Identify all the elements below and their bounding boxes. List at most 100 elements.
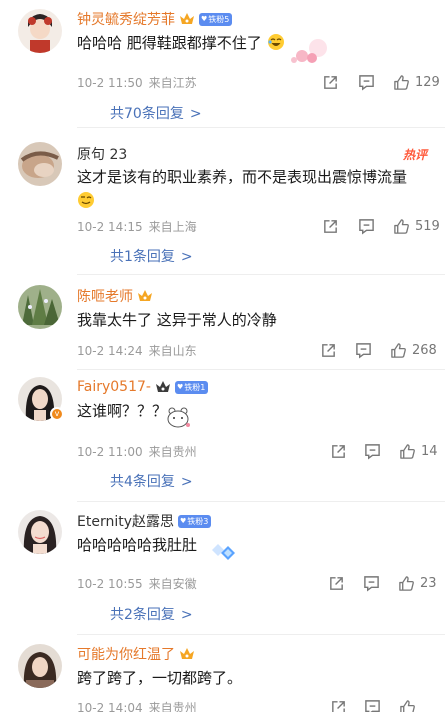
avatar[interactable] bbox=[18, 510, 62, 554]
comment-text: 我靠太牛了 这异于常人的冷静 bbox=[77, 311, 277, 329]
comment-item: 可能为你红温了 跨了跨了，一切都跨了。 10-2 14:04 来自贵州 bbox=[0, 635, 445, 712]
decorative-bubbles bbox=[291, 39, 327, 63]
share-button[interactable] bbox=[322, 73, 339, 91]
username[interactable]: 陈咂老师 bbox=[77, 286, 133, 306]
comment-text: 跨了跨了，一切都跨了。 bbox=[77, 669, 243, 687]
comment-icon bbox=[365, 443, 380, 460]
name-row: Fairy0517- ♥ 铁粉1 bbox=[77, 377, 209, 397]
comment-date: 10-2 10:55 bbox=[77, 577, 143, 591]
comment-icon bbox=[359, 74, 374, 91]
like-count: 14 bbox=[421, 443, 438, 459]
comment-button[interactable] bbox=[364, 698, 381, 712]
avatar[interactable] bbox=[18, 9, 62, 53]
comment-location: 来自贵州 bbox=[148, 445, 197, 459]
share-button[interactable] bbox=[330, 442, 347, 460]
view-replies-link[interactable]: 共2条回复 > bbox=[110, 604, 193, 624]
fan-badge: ♥ 铁粉1 bbox=[174, 380, 209, 394]
comment-button[interactable] bbox=[358, 73, 375, 91]
name-row: 原句 23 bbox=[77, 144, 127, 164]
comment-location: 来自贵州 bbox=[148, 701, 197, 712]
name-row: 可能为你红温了 bbox=[77, 644, 195, 664]
view-replies-link[interactable]: 共70条回复 > bbox=[110, 103, 202, 123]
share-icon bbox=[324, 219, 337, 233]
verified-badge: v bbox=[50, 407, 64, 421]
comment-text: 这才是该有的职业素养，而不是表现出震惊博流量 bbox=[77, 165, 422, 213]
like-icon bbox=[394, 218, 409, 234]
like-button[interactable]: 129 bbox=[393, 73, 440, 91]
comment-meta: 10-2 14:15 来自上海 bbox=[77, 218, 203, 235]
share-button[interactable] bbox=[322, 217, 339, 235]
comment-button[interactable] bbox=[355, 341, 372, 359]
avatar[interactable] bbox=[18, 142, 62, 186]
comment-button[interactable] bbox=[358, 217, 375, 235]
comment-text: 这谁啊？？？ bbox=[77, 402, 168, 420]
like-button[interactable]: 23 bbox=[398, 574, 437, 592]
comment-date: 10-2 11:00 bbox=[77, 445, 143, 459]
comment-meta: 10-2 14:04 来自贵州 bbox=[77, 699, 203, 712]
crown-icon bbox=[179, 647, 195, 661]
like-icon bbox=[400, 699, 415, 712]
share-button[interactable] bbox=[320, 341, 337, 359]
comment-icon bbox=[364, 575, 379, 592]
share-icon bbox=[330, 576, 343, 590]
comment-meta: 10-2 11:00 来自贵州 bbox=[77, 443, 203, 460]
comment-icon bbox=[359, 218, 374, 235]
comment-item: 陈咂老师 我靠太牛了 这异于常人的冷静 10-2 14:24 来自山东 268 bbox=[0, 275, 445, 370]
comment-meta: 10-2 10:55 来自安徽 bbox=[77, 575, 203, 592]
comment-item: v Fairy0517- ♥ 铁粉1 这谁啊？？？ 10-2 11:00 来自贵州 … bbox=[0, 370, 445, 502]
share-icon bbox=[322, 343, 335, 357]
view-replies-link[interactable]: 共4条回复 > bbox=[110, 471, 193, 491]
comment-item: 钟灵毓秀绽芳菲 ♥ 铁粉5 哈哈哈 肥得鞋跟都撑不住了 10-2 11:50 来自江… bbox=[0, 0, 445, 128]
comment-location: 来自江苏 bbox=[148, 76, 197, 90]
like-icon bbox=[400, 443, 415, 459]
comment-date: 10-2 14:15 bbox=[77, 220, 143, 234]
avatar[interactable] bbox=[18, 644, 62, 688]
comment-meta: 10-2 11:50 来自江苏 bbox=[77, 74, 203, 91]
username[interactable]: 可能为你红温了 bbox=[77, 644, 175, 664]
name-row: Eternity赵露思 ♥ 铁粉3 bbox=[77, 511, 212, 531]
view-replies-link[interactable]: 共1条回复 > bbox=[110, 246, 193, 266]
share-button[interactable] bbox=[328, 574, 345, 592]
wink-emoji-icon bbox=[77, 191, 95, 209]
avatar[interactable] bbox=[18, 285, 62, 329]
crown-icon bbox=[179, 12, 195, 26]
hot-comment-badge: 热评 bbox=[402, 148, 427, 162]
username[interactable]: 原句 23 bbox=[77, 144, 127, 164]
share-icon bbox=[332, 444, 345, 458]
like-count: 268 bbox=[412, 342, 437, 358]
comment-icon bbox=[365, 699, 380, 712]
like-button[interactable]: 519 bbox=[393, 217, 440, 235]
bear-sticker bbox=[167, 407, 190, 428]
laugh-emoji-icon bbox=[267, 33, 285, 51]
comment-date: 10-2 14:24 bbox=[77, 344, 143, 358]
like-button[interactable] bbox=[399, 698, 416, 712]
comment-location: 来自安徽 bbox=[148, 577, 197, 591]
crown-icon bbox=[155, 380, 171, 394]
sparkle-diamond-icon bbox=[212, 544, 235, 560]
share-icon bbox=[324, 75, 337, 89]
comment-text: 哈哈哈哈哈我肚肚 bbox=[77, 536, 198, 554]
share-icon bbox=[332, 700, 345, 712]
username[interactable]: Eternity赵露思 bbox=[77, 511, 174, 531]
username[interactable]: 钟灵毓秀绽芳菲 bbox=[77, 9, 175, 29]
fan-badge: ♥ 铁粉3 bbox=[178, 514, 212, 528]
comment-item: 原句 23 热评 这才是该有的职业素养，而不是表现出震惊博流量 10-2 14:… bbox=[0, 128, 445, 275]
like-count: 23 bbox=[420, 575, 437, 591]
like-icon bbox=[391, 342, 406, 358]
like-button[interactable]: 14 bbox=[399, 442, 438, 460]
comment-text: 哈哈哈 肥得鞋跟都撑不住了 bbox=[77, 31, 422, 55]
comment-button[interactable] bbox=[364, 442, 381, 460]
comment-date: 10-2 14:04 bbox=[77, 701, 143, 712]
comment-icon bbox=[356, 342, 371, 359]
comment-button[interactable] bbox=[363, 574, 380, 592]
like-count: 129 bbox=[415, 74, 440, 90]
crown-icon bbox=[137, 289, 153, 303]
fan-badge: ♥ 铁粉5 bbox=[199, 12, 233, 26]
like-icon bbox=[394, 74, 409, 90]
share-button[interactable] bbox=[330, 698, 347, 712]
like-button[interactable]: 268 bbox=[390, 341, 437, 359]
name-row: 钟灵毓秀绽芳菲 ♥ 铁粉5 bbox=[77, 9, 233, 29]
comment-location: 来自上海 bbox=[148, 220, 197, 234]
like-icon bbox=[399, 575, 414, 591]
username[interactable]: Fairy0517- bbox=[77, 379, 151, 395]
